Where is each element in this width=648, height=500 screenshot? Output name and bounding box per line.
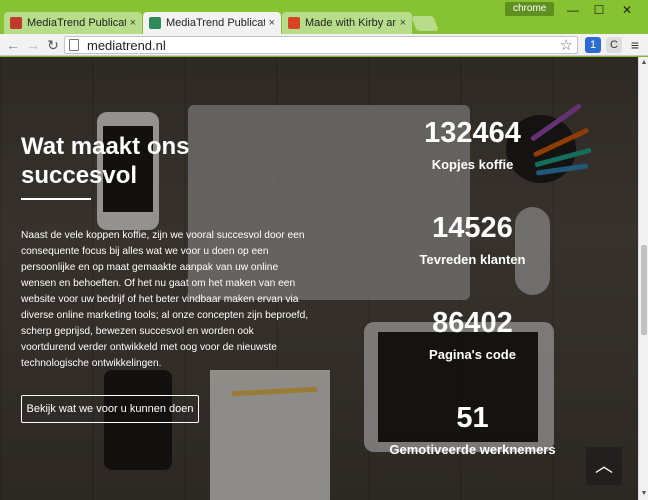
stat-code: 86402 Pagina's code	[380, 307, 565, 362]
hero-description: Naast de vele koppen koffie, zijn we voo…	[21, 230, 309, 369]
star-icon[interactable]: ☆	[560, 36, 573, 54]
back-arrow-icon[interactable]: ←	[4, 37, 22, 53]
mediatrend-icon	[10, 17, 22, 29]
stat-value: 51	[456, 402, 489, 434]
stat-value: 14526	[432, 212, 513, 244]
maximize-icon[interactable]: ☐	[586, 2, 612, 18]
scroll-to-top-button[interactable]: ︿	[586, 447, 622, 485]
scroll-up-arrow-icon[interactable]: ▲	[640, 58, 648, 68]
stat-value: 86402	[432, 307, 513, 339]
new-tab-button[interactable]	[411, 16, 439, 31]
chart-icon	[149, 17, 161, 29]
address-bar[interactable]: mediatrend.nl ☆	[64, 36, 578, 54]
minimize-icon[interactable]: —	[560, 2, 586, 18]
title-bar: MediaTrend Publicaties | N × MediaTrend …	[0, 0, 648, 34]
cast-icon[interactable]: C	[606, 37, 622, 53]
url-text[interactable]: mediatrend.nl	[87, 38, 166, 53]
tab-kirby[interactable]: Made with Kirby and <3 - ×	[282, 12, 412, 34]
hero-section: Wat maakt ons succesvol Naast de vele ko…	[0, 57, 638, 500]
stat-label: Pagina's code	[429, 347, 516, 362]
stat-value: 132464	[424, 117, 521, 149]
close-icon[interactable]: ×	[269, 17, 275, 29]
scrollbar-thumb[interactable]	[641, 245, 647, 335]
stat-employees: 51 Gemotiveerde werknemers	[380, 402, 565, 457]
extension-badge: 1	[589, 39, 597, 51]
stat-label: Kopjes koffie	[431, 157, 514, 172]
services-cta-button[interactable]: Bekijk wat we voor u kunnen doen	[21, 395, 199, 423]
page-icon	[69, 39, 79, 51]
stat-label: Tevreden klanten	[419, 252, 526, 267]
tab-mediatrend-1[interactable]: MediaTrend Publicaties | N ×	[4, 12, 142, 34]
forward-arrow-icon[interactable]: →	[24, 37, 42, 53]
title-divider	[21, 198, 91, 200]
close-icon[interactable]: ×	[130, 17, 136, 29]
tab-label: MediaTrend Publicaties | N	[166, 17, 265, 29]
menu-icon[interactable]: ≡	[627, 37, 643, 53]
page-scrollbar[interactable]: ▲ ▼	[638, 57, 648, 500]
kirby-icon	[288, 17, 300, 29]
close-icon[interactable]: ×	[400, 17, 406, 29]
tab-label: MediaTrend Publicaties | N	[27, 17, 126, 29]
extension-icon[interactable]: 1	[585, 37, 601, 53]
stat-coffee: 132464 Kopjes koffie	[380, 117, 565, 172]
profile-badge: chrome	[505, 2, 555, 16]
stat-clients: 14526 Tevreden klanten	[380, 212, 565, 267]
chevron-up-icon: ︿	[595, 456, 613, 476]
tab-mediatrend-2[interactable]: MediaTrend Publicaties | N ×	[143, 12, 281, 34]
tab-label: Made with Kirby and <3 -	[305, 17, 396, 29]
hero-title: Wat maakt ons succesvol	[21, 133, 190, 189]
close-window-icon[interactable]: ✕	[614, 2, 640, 18]
stat-label: Gemotiveerde werknemers	[389, 442, 556, 457]
reload-icon[interactable]: ↻	[44, 37, 62, 53]
browser-toolbar: ← → ↻ mediatrend.nl ☆ 1 C ≡	[0, 34, 648, 56]
scroll-down-arrow-icon[interactable]: ▼	[640, 489, 648, 499]
